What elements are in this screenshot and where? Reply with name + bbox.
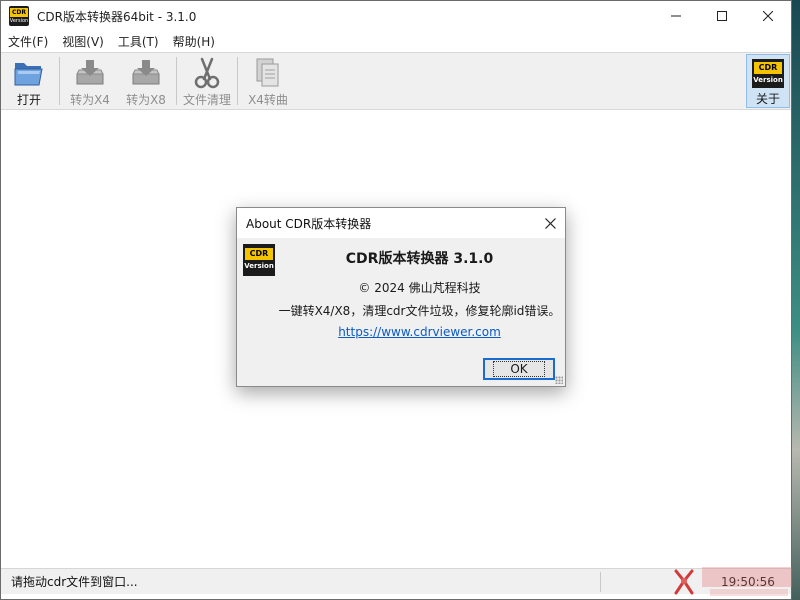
x4-curve-label: X4转曲: [248, 93, 288, 107]
maximize-icon: [717, 11, 727, 21]
dialog-title-bar[interactable]: About CDR版本转换器: [237, 208, 565, 238]
menu-tools[interactable]: 工具(T): [111, 33, 166, 50]
dialog-icon-bottom: Version: [244, 262, 274, 270]
about-icon-top: CDR: [754, 61, 782, 74]
website-link[interactable]: https://www.cdrviewer.com: [277, 325, 562, 339]
status-message: 请拖动cdr文件到窗口...: [11, 575, 138, 589]
dialog-title: About CDR版本转换器: [246, 216, 372, 231]
ok-button[interactable]: OK: [483, 358, 555, 380]
menu-bar: 文件(F) 视图(V) 工具(T) 帮助(H): [1, 31, 791, 51]
resize-grip[interactable]: [555, 376, 563, 384]
convert-x4-label: 转为X4: [70, 93, 110, 107]
about-button[interactable]: CDR Version 关于: [746, 54, 790, 108]
cdr-version-icon: CDR Version: [243, 244, 275, 276]
open-label: 打开: [16, 93, 41, 107]
convert-x8-label: 转为X8: [126, 93, 166, 107]
title-bar[interactable]: CDR Version CDR版本转换器64bit - 3.1.0: [1, 1, 791, 31]
app-window: CDR Version CDR版本转换器64bit - 3.1.0 文件(F) …: [0, 0, 792, 600]
maximize-button[interactable]: [699, 1, 745, 31]
about-icon-bottom: Version: [753, 75, 783, 84]
convert-x8-button[interactable]: 转为X8: [118, 53, 174, 109]
status-bar: 请拖动cdr文件到窗口... 19:50:56: [1, 568, 791, 594]
menu-help[interactable]: 帮助(H): [166, 33, 222, 50]
window-controls: [653, 1, 791, 31]
close-icon: [544, 217, 556, 229]
description-text: 一键转X4/X8，清理cdr文件垃圾，修复轮廓id错误。: [278, 304, 561, 318]
open-button[interactable]: 打开: [1, 53, 57, 109]
app-icon: CDR Version: [9, 6, 29, 26]
close-icon: [763, 11, 773, 21]
about-label: 关于: [755, 92, 780, 106]
folder-open-icon: [12, 57, 46, 89]
cdr-version-icon: CDR Version: [752, 59, 784, 88]
status-time: 19:50:56: [721, 574, 775, 589]
x4-curve-button[interactable]: X4转曲: [240, 53, 296, 109]
dialog-close-button[interactable]: [541, 214, 559, 232]
app-icon-top: CDR: [10, 7, 28, 17]
about-dialog: About CDR版本转换器 CDR Version CDR版本转换器 3.1.…: [236, 207, 566, 387]
app-icon-bottom: Version: [9, 17, 29, 24]
toolbar-separator: [176, 57, 177, 105]
documents-icon: [251, 57, 285, 89]
minimize-button[interactable]: [653, 1, 699, 31]
toolbar-separator: [59, 57, 60, 105]
desktop-background: [792, 0, 800, 600]
file-clean-button[interactable]: 文件清理: [179, 53, 235, 109]
toolbar: 打开 转为X4 转为X8 文件清理 X4转曲 CDR Version 关于: [1, 52, 791, 110]
ok-label: OK: [493, 361, 545, 377]
minimize-icon: [671, 15, 681, 17]
menu-file[interactable]: 文件(F): [1, 33, 55, 50]
scissors-icon: [190, 57, 224, 89]
menu-view[interactable]: 视图(V): [55, 33, 111, 50]
copyright-text: © 2024 佛山芃程科技: [358, 281, 481, 295]
file-clean-label: 文件清理: [182, 93, 231, 107]
hdd-download-icon: [73, 57, 107, 89]
convert-x4-button[interactable]: 转为X4: [62, 53, 118, 109]
product-name: CDR版本转换器 3.1.0: [345, 251, 494, 267]
window-title: CDR版本转换器64bit - 3.1.0: [37, 9, 197, 24]
dialog-icon-top: CDR: [245, 248, 273, 260]
close-button[interactable]: [745, 1, 791, 31]
toolbar-separator: [237, 57, 238, 105]
hdd-download-icon: [129, 57, 163, 89]
